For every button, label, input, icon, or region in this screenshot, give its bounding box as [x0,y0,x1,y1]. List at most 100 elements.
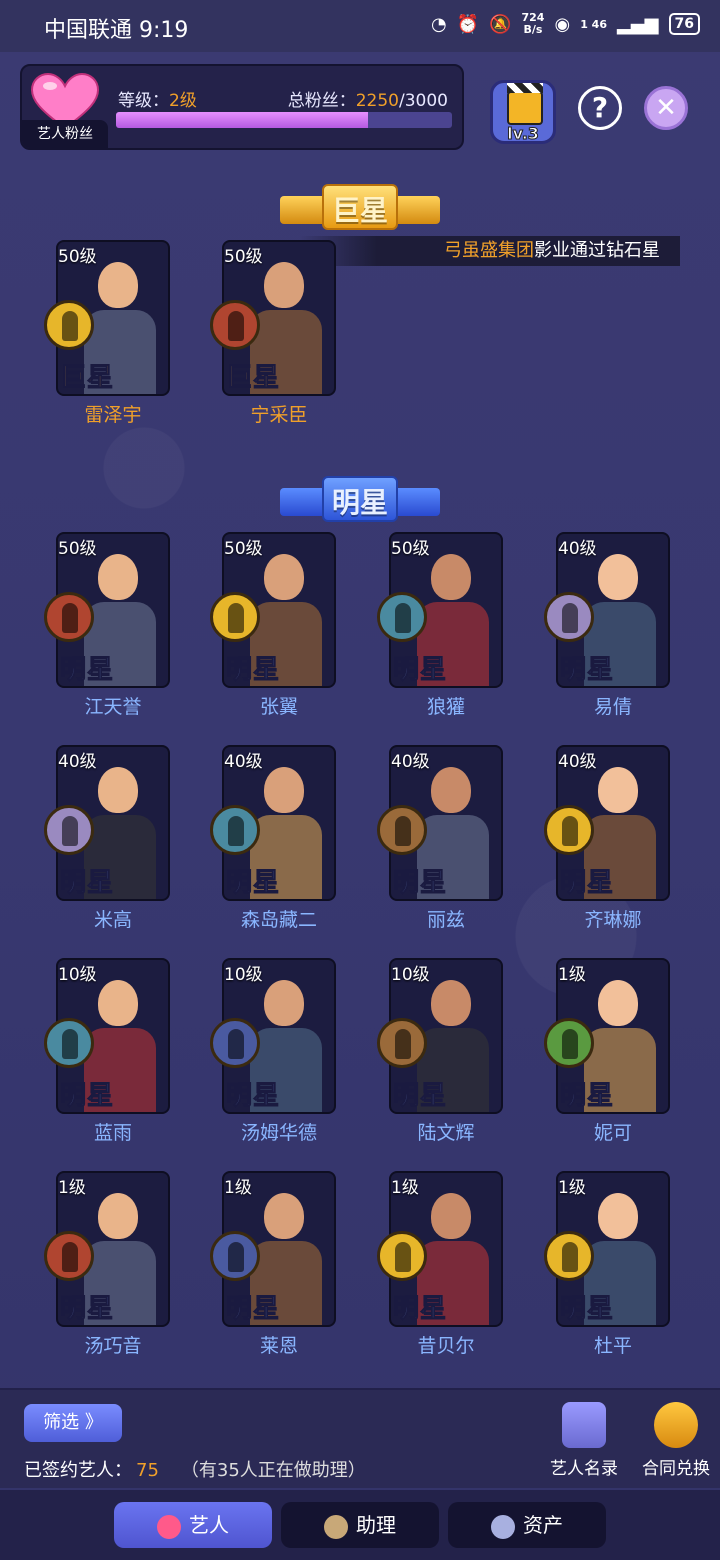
artist-rank: 明星 [225,655,281,686]
artist-roster-label: 艺人名录 [550,1459,618,1479]
filter-button[interactable]: 筛选 》 [24,1404,122,1442]
portrait-head [431,1193,471,1239]
artist-level: 40级 [558,752,597,772]
status-bar: 中国联通 9:19 ◔ ⏰ 🔕 724 B/s ◉ 1 46 ▂▄▆ 76 [0,0,720,52]
portrait-head [598,980,638,1026]
assistant-icon [324,1514,348,1539]
artist-level: 1级 [558,1178,586,1198]
artist-rank: 巨星 [59,363,115,394]
clapperboard-icon [507,83,543,125]
signal-bars-icon: ▂▄▆ [616,13,659,35]
contract-exchange-button[interactable]: 合同兑换 [636,1402,716,1479]
artist-rank: 明星 [392,868,448,899]
artist-icon [157,1514,181,1539]
alarm-icon: ⏰ [456,13,480,35]
tab-assistants-label: 助理 [356,1513,396,1537]
artist-card[interactable]: 50级 明星 狼獾 [377,532,503,719]
portrait-head [598,1193,638,1239]
star-section-title: 明星 [331,486,388,519]
artist-rank: 明星 [59,1294,115,1325]
artist-card[interactable]: 40级 明星 齐琳娜 [544,745,670,932]
level-value: 2级 [169,91,197,111]
artist-name: 昔贝尔 [417,1335,475,1357]
artist-card[interactable]: 40级 明星 丽兹 [377,745,503,932]
portrait-head [431,554,471,600]
artist-card[interactable]: 1级 明星 昔贝尔 [377,1171,503,1358]
artist-rank: 明星 [225,1294,281,1325]
artist-card[interactable]: 10级 明星 陆文辉 [377,958,503,1145]
artist-rank: 明星 [559,655,615,686]
artist-rank: 巨星 [225,363,281,394]
artist-name: 森岛藏二 [240,909,317,931]
artist-rank: 明星 [392,1081,448,1112]
genre-badge-icon [377,805,427,855]
artist-card[interactable]: 50级 明星 江天誉 [44,532,170,719]
bottom-panel: 筛选 》 已签约艺人： 75 （有35人正在做助理） 艺人名录 合同兑换 [0,1388,720,1488]
hotspot-icon: ◉ [554,13,571,35]
artist-rank: 明星 [59,868,115,899]
artist-level: 1级 [224,1178,252,1198]
tab-assets-label: 资产 [523,1513,563,1537]
artist-name: 妮可 [593,1122,632,1144]
portrait-head [431,980,471,1026]
artist-card[interactable]: 10级 明星 汤姆华德 [210,958,336,1145]
portrait-head [264,1193,304,1239]
tab-assets[interactable]: 资产 [448,1502,606,1548]
artist-card[interactable]: 1级 明星 汤巧音 [44,1171,170,1358]
artist-name: 狼獾 [426,696,465,718]
close-button[interactable]: ✕ [644,86,688,130]
genre-badge-icon [210,300,260,350]
genre-badge-icon [377,592,427,642]
portrait-head [431,767,471,813]
tab-artists[interactable]: 艺人 [114,1502,272,1548]
roster-book-icon [562,1402,606,1448]
artist-card[interactable]: 40级 明星 森岛藏二 [210,745,336,932]
artist-card[interactable]: 50级 明星 张翼 [210,532,336,719]
artist-card[interactable]: 1级明星杜平 [544,1171,670,1358]
genre-badge-icon [544,805,594,855]
artist-name: 雷泽宇 [84,404,142,426]
genre-badge-icon [210,1018,260,1068]
artist-rank: 明星 [59,1081,115,1112]
portrait-head [98,554,138,600]
artist-card[interactable]: 40级 明星 米高 [44,745,170,932]
genre-badge-icon [210,805,260,855]
fan-panel: 艺人粉丝 等级：2级 总粉丝：2250/3000 [20,64,464,150]
artist-card[interactable]: 10级 明星 蓝雨 [44,958,170,1145]
help-button[interactable]: ? [578,86,622,130]
carrier-time: 中国联通 9:19 [44,18,189,43]
artist-name: 宁采臣 [250,404,308,426]
level-label: 等级：2级 [118,86,197,111]
genre-badge-icon [44,1231,94,1281]
genre-badge-icon [44,592,94,642]
mute-bell-icon: 🔕 [489,13,512,35]
tab-assistants[interactable]: 助理 [281,1502,439,1548]
signed-count: 75 [136,1460,159,1481]
artist-card[interactable]: 1级明星莱恩 [210,1171,336,1358]
speed-icon: ◔ [430,13,447,35]
artist-level: 1级 [58,1178,86,1198]
portrait-head [98,980,138,1026]
artist-name: 莱恩 [259,1335,298,1357]
assets-bag-icon [491,1514,515,1539]
artist-card[interactable]: 1级 明星 妮可 [544,958,670,1145]
artist-card[interactable]: 40级 明星 易倩 [544,532,670,719]
artist-roster-button[interactable]: 艺人名录 [544,1402,624,1479]
artist-card[interactable]: 50级 巨星 宁采臣 [210,240,336,427]
battery-icon: 76 [668,13,700,35]
artist-level: 40级 [58,752,97,772]
artist-rank: 明星 [559,868,615,899]
genre-badge-icon [210,1231,260,1281]
artist-name: 汤姆华德 [240,1122,317,1144]
portrait-head [264,554,304,600]
genre-badge-icon [544,1018,594,1068]
artist-name: 丽兹 [426,909,465,931]
artist-rank: 明星 [559,1294,615,1325]
studio-level-button[interactable]: lv.3 [490,80,556,144]
artist-name: 易倩 [593,696,632,718]
artist-name: 张翼 [259,696,298,718]
portrait-head [264,262,304,308]
artist-name: 杜平 [593,1335,632,1357]
genre-badge-icon [544,592,594,642]
artist-card[interactable]: 50级 巨星 雷泽宇 [44,240,170,427]
